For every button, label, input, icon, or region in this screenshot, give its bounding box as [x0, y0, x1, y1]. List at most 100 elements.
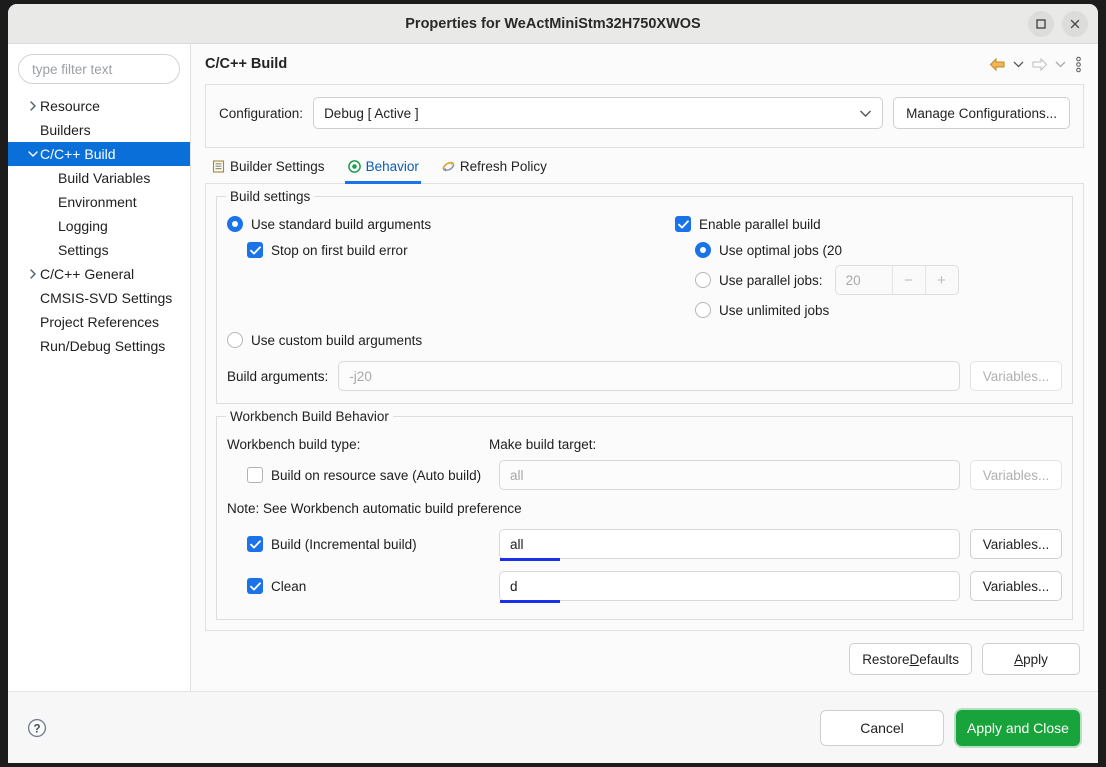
tab-builder-settings[interactable]: Builder Settings	[209, 156, 327, 184]
sidebar-item-build-variables[interactable]: Build Variables	[8, 166, 190, 190]
incremental-build-target-input[interactable]: all	[499, 529, 960, 561]
stop-on-first-build-error-label: Stop on first build error	[271, 242, 408, 258]
clean-variables-button[interactable]: Variables...	[970, 571, 1062, 601]
incremental-build-row: Build (Incremental build) all Variables.…	[227, 523, 1062, 565]
sidebar-item-settings[interactable]: Settings	[8, 238, 190, 262]
view-menu-button[interactable]	[1070, 52, 1086, 76]
clean-label: Clean	[271, 578, 307, 594]
use-optimal-jobs-radio[interactable]: Use optimal jobs (20	[695, 242, 842, 258]
use-unlimited-jobs-label: Use unlimited jobs	[719, 302, 830, 318]
workbench-group-title: Workbench Build Behavior	[226, 409, 393, 424]
workbench-build-type-label: Workbench build type:	[227, 436, 361, 452]
sidebar-item-builders[interactable]: Builders	[8, 118, 190, 142]
auto-build-variables-button[interactable]: Variables...	[970, 460, 1062, 490]
radio-indicator	[695, 272, 711, 288]
enable-parallel-build-row: Enable parallel build	[675, 211, 1062, 237]
auto-build-target-input[interactable]: all	[499, 460, 960, 490]
behavior-icon	[347, 159, 362, 174]
tab-refresh-policy[interactable]: Refresh Policy	[439, 156, 549, 184]
window-controls	[1028, 10, 1088, 37]
build-arguments-input[interactable]: -j20	[338, 361, 960, 391]
sidebar-item-project-references[interactable]: Project References	[8, 310, 190, 334]
make-build-target-label: Make build target:	[489, 436, 597, 452]
build-incremental-label: Build (Incremental build)	[271, 536, 417, 552]
stepper-increment-button[interactable]: +	[926, 266, 958, 294]
stepper-decrement-button[interactable]: −	[893, 266, 925, 294]
checkbox-indicator	[247, 242, 263, 258]
tab-behavior[interactable]: Behavior	[344, 156, 421, 184]
configuration-combo[interactable]: Debug [ Active ]	[313, 97, 884, 129]
properties-dialog: Properties for WeActMiniStm32H750XWOS Re…	[8, 4, 1098, 763]
sidebar-item-logging[interactable]: Logging	[8, 214, 190, 238]
auto-build-target-placeholder: all	[510, 467, 524, 483]
restore-defaults-post: efaults	[919, 651, 959, 667]
configuration-label: Configuration:	[219, 105, 304, 121]
sidebar-item-run-debug-settings[interactable]: Run/Debug Settings	[8, 334, 190, 358]
stop-on-first-error-row: Stop on first build error	[227, 237, 657, 263]
restore-defaults-button[interactable]: Restore Defaults	[849, 643, 972, 675]
clean-target-value: d	[510, 578, 518, 594]
parallel-jobs-stepper[interactable]: 20 − +	[834, 265, 959, 295]
restore-defaults-pre: Restore	[862, 651, 910, 667]
use-custom-row: Use custom build arguments	[227, 327, 657, 353]
manage-configurations-button[interactable]: Manage Configurations...	[893, 97, 1070, 129]
sidebar-item-label: Builders	[40, 122, 91, 138]
sidebar-item-environment[interactable]: Environment	[8, 190, 190, 214]
builder-settings-icon	[211, 159, 226, 174]
build-on-resource-save-checkbox[interactable]: Build on resource save (Auto build)	[227, 467, 489, 483]
use-custom-build-arguments-radio[interactable]: Use custom build arguments	[227, 332, 422, 348]
header-toolbar	[986, 52, 1086, 76]
close-icon	[1069, 18, 1081, 30]
help-button[interactable]: ?	[26, 717, 48, 739]
workbench-build-behavior-group: Workbench Build Behavior Workbench build…	[216, 409, 1073, 620]
build-arguments-variables-button[interactable]: Variables...	[970, 361, 1062, 391]
tab-label: Behavior	[365, 159, 419, 174]
chevron-right-icon	[26, 101, 40, 111]
maximize-button[interactable]	[1028, 10, 1054, 37]
build-incremental-checkbox[interactable]: Build (Incremental build)	[227, 536, 489, 552]
cancel-button[interactable]: Cancel	[820, 709, 944, 746]
apply-and-close-button[interactable]: Apply and Close	[956, 709, 1080, 746]
back-button[interactable]	[986, 52, 1008, 76]
back-history-dropdown[interactable]	[1010, 52, 1026, 76]
build-settings-group-title: Build settings	[226, 189, 315, 204]
filter-input[interactable]	[18, 54, 180, 84]
forward-history-dropdown[interactable]	[1052, 52, 1068, 76]
workbench-note: Note: See Workbench automatic build pref…	[227, 500, 522, 516]
workbench-note-row: Note: See Workbench automatic build pref…	[227, 493, 1062, 523]
use-standard-build-arguments-radio[interactable]: Use standard build arguments	[227, 216, 431, 232]
use-custom-label: Use custom build arguments	[251, 332, 423, 348]
sidebar-item-resource[interactable]: Resource	[8, 94, 190, 118]
chevron-right-icon	[26, 269, 40, 279]
sidebar-item-label: C/C++ Build	[40, 146, 116, 162]
checkbox-indicator	[247, 536, 263, 552]
radio-indicator	[695, 242, 711, 258]
maximize-icon	[1035, 18, 1047, 30]
chevron-down-icon	[26, 149, 40, 159]
page-button-row: Restore Defaults Apply	[205, 631, 1084, 685]
enable-parallel-build-checkbox[interactable]: Enable parallel build	[675, 216, 821, 232]
use-parallel-jobs-radio[interactable]: Use parallel jobs:	[695, 272, 823, 288]
incremental-build-variables-button[interactable]: Variables...	[970, 529, 1062, 559]
help-icon: ?	[27, 718, 47, 737]
close-button[interactable]	[1062, 10, 1088, 37]
svg-text:?: ?	[33, 723, 40, 735]
enable-parallel-build-label: Enable parallel build	[699, 216, 821, 232]
sidebar-item-label: Project References	[40, 314, 160, 330]
forward-button[interactable]	[1028, 52, 1050, 76]
footer-buttons: Cancel Apply and Close	[820, 709, 1080, 746]
sidebar-item-c-c-general[interactable]: C/C++ General	[8, 262, 190, 286]
use-unlimited-jobs-radio[interactable]: Use unlimited jobs	[695, 302, 829, 318]
stop-on-first-build-error-checkbox[interactable]: Stop on first build error	[247, 242, 408, 258]
clean-target-input[interactable]: d	[499, 571, 960, 603]
sidebar-item-cmsis-svd-settings[interactable]: CMSIS-SVD Settings	[8, 286, 190, 310]
parallel-jobs-value[interactable]: 20	[836, 273, 892, 288]
radio-indicator	[695, 302, 711, 318]
build-on-resource-save-label: Build on resource save (Auto build)	[271, 467, 482, 483]
dialog-body: Resource Builders C/C++ Build Build Variabl…	[8, 44, 1098, 691]
clean-checkbox[interactable]: Clean	[227, 578, 489, 594]
apply-button[interactable]: Apply	[982, 643, 1080, 675]
build-settings-group: Build settings Use standard build argume…	[216, 189, 1073, 404]
sidebar-item-c-c-build[interactable]: C/C++ Build	[8, 142, 190, 166]
build-settings-spacer	[227, 263, 657, 327]
